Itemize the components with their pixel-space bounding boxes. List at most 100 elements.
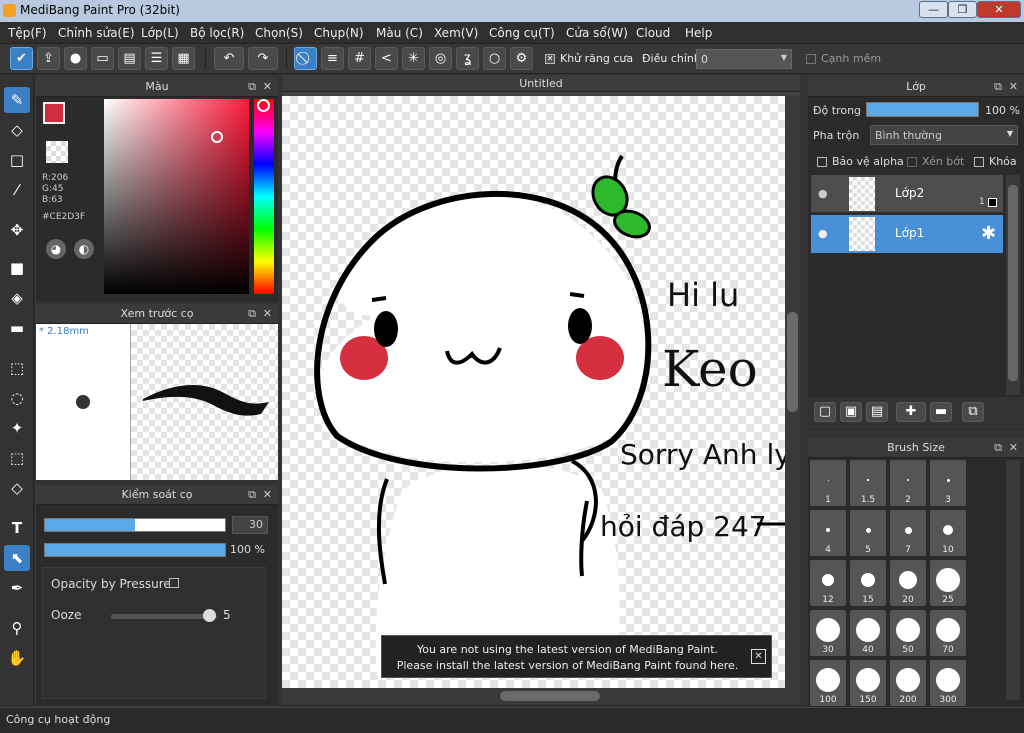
brush-size-cell[interactable]: 70 [930, 610, 966, 656]
brush-size-cell[interactable]: 300 [930, 660, 966, 706]
brush-size-cell[interactable]: 7 [890, 510, 926, 556]
ooze-slider-handle[interactable] [203, 609, 216, 622]
brush-size-cell[interactable]: 2 [890, 460, 926, 506]
soft-edge-checkbox[interactable] [806, 54, 816, 64]
brush-size-cell[interactable]: 4 [810, 510, 846, 556]
undock-icon[interactable]: ⧉ [248, 485, 256, 505]
canvas-vertical-scrollbar[interactable] [785, 96, 800, 688]
eye-icon[interactable]: ● [818, 227, 828, 240]
brush-size-cell[interactable]: 30 [810, 610, 846, 656]
fill-shape-tool-icon[interactable]: ■ [4, 255, 30, 281]
duplicate-layer-icon[interactable]: ⧉ [962, 402, 984, 422]
undock-icon[interactable]: ⧉ [994, 438, 1002, 458]
color-saturation-square[interactable] [104, 99, 249, 294]
new-color-layer-icon[interactable]: ▣ [840, 402, 862, 422]
new-halftone-layer-icon[interactable]: ▤ [866, 402, 888, 422]
close-icon[interactable]: ✕ [263, 77, 272, 97]
brush-width-slider[interactable] [44, 518, 226, 532]
brush-size-cell[interactable]: 100 [810, 660, 846, 706]
brush-size-cell[interactable]: 15 [850, 560, 886, 606]
drawing-canvas[interactable]: Hi lu Keo Sorry Anh ly hỏi đáp 247 [282, 96, 785, 688]
menu-capture[interactable]: Chụp(N) [314, 26, 364, 40]
eyedropper-tool-icon[interactable]: ⚲ [4, 615, 30, 641]
menu-color[interactable]: Màu (C) [376, 26, 423, 40]
transparent-color-swatch[interactable] [46, 141, 68, 163]
brush-size-cell[interactable]: 10 [930, 510, 966, 556]
lock-checkbox[interactable] [974, 157, 984, 167]
menu-edit[interactable]: Chỉnh sửa(E) [58, 26, 135, 40]
text-tool-icon[interactable]: T [4, 515, 30, 541]
hand-tool-icon[interactable]: ✋ [4, 645, 30, 671]
brush-size-cell[interactable]: 1.5 [850, 460, 886, 506]
lasso-tool-icon[interactable]: ◌ [4, 385, 30, 411]
vertical-scroll-thumb[interactable] [787, 312, 798, 412]
primary-color-swatch[interactable] [43, 102, 65, 124]
brush-size-cell[interactable]: 200 [890, 660, 926, 706]
minimize-button[interactable]: — [919, 1, 948, 18]
curve-snap-icon[interactable]: ʓ [456, 47, 479, 70]
antialias-checkbox[interactable]: ✕ [545, 54, 555, 64]
restore-button[interactable]: ❐ [948, 1, 977, 18]
color-settings-icon[interactable]: ◐ [74, 239, 94, 259]
select-pen-tool-icon[interactable]: ⬚ [4, 445, 30, 471]
eye-icon[interactable]: ● [818, 187, 828, 200]
brush-size-cell[interactable]: 50 [890, 610, 926, 656]
snap-settings-icon[interactable]: ⚙ [510, 47, 533, 70]
close-icon[interactable]: ✕ [263, 304, 272, 324]
menu-cloud[interactable]: Cloud [636, 26, 670, 40]
perspective-snap-icon[interactable]: < [375, 47, 398, 70]
cloud-icon[interactable]: ✔ [10, 47, 33, 70]
check-list-icon[interactable]: ▦ [172, 47, 195, 70]
brush-size-cell[interactable]: 1 [810, 460, 846, 506]
close-icon[interactable]: ✕ [1009, 438, 1018, 458]
eraser-tool-icon[interactable]: ◇ [4, 117, 30, 143]
menu-window[interactable]: Cửa sổ(W) [566, 26, 628, 40]
notification-close-icon[interactable]: ✕ [751, 649, 766, 664]
snap-off-icon[interactable]: ⃠ [294, 47, 317, 70]
folder-icon[interactable]: ▬ [930, 402, 952, 422]
menu-view[interactable]: Xem(V) [434, 26, 478, 40]
menu-layer[interactable]: Lớp(L) [141, 26, 179, 40]
update-notification[interactable]: You are not using the latest version of … [381, 635, 772, 678]
brush-size-cell[interactable]: 40 [850, 610, 886, 656]
opacity-pressure-checkbox[interactable] [169, 578, 179, 588]
layer-row[interactable]: ● Lớp2 1 [811, 175, 1003, 213]
opacity-slider[interactable] [44, 543, 226, 557]
clipping-checkbox[interactable] [907, 157, 917, 167]
select-rect-tool-icon[interactable]: ⬚ [4, 355, 30, 381]
close-icon[interactable]: ✕ [1009, 77, 1018, 97]
palette-icon[interactable]: ◕ [46, 239, 66, 259]
close-icon[interactable]: ✕ [263, 485, 272, 505]
page-icon[interactable]: ▤ [118, 47, 141, 70]
close-button[interactable]: ✕ [977, 1, 1021, 18]
layer-row[interactable]: ● Lớp1 ✱ [811, 215, 1003, 253]
undo-icon[interactable]: ↶ [214, 47, 244, 70]
list-icon[interactable]: ☰ [145, 47, 168, 70]
menu-select[interactable]: Chọn(S) [255, 26, 303, 40]
menu-tools[interactable]: Công cụ(T) [489, 26, 555, 40]
protect-alpha-checkbox[interactable] [817, 157, 827, 167]
brush-size-cell[interactable]: 20 [890, 560, 926, 606]
layer-opacity-slider[interactable] [866, 102, 979, 117]
circle-snap-icon[interactable]: ○ [483, 47, 506, 70]
brush-size-scrollbar[interactable] [1006, 460, 1020, 700]
brush-size-cell[interactable]: 25 [930, 560, 966, 606]
adjust-select[interactable]: 0 ▼ [696, 49, 792, 69]
parallel-snap-icon[interactable]: ≡ [321, 47, 344, 70]
share-icon[interactable]: ⇪ [37, 47, 60, 70]
menu-file[interactable]: Tệp(F) [8, 26, 47, 40]
layer-scroll-thumb[interactable] [1008, 185, 1018, 381]
operation-tool-icon[interactable]: ⬉ [4, 545, 30, 571]
pen-tool-icon[interactable]: ✒ [4, 575, 30, 601]
concentric-snap-icon[interactable]: ◎ [429, 47, 452, 70]
dot-brush-tool-icon[interactable]: ⁄ [4, 177, 30, 203]
add-layer-menu-icon[interactable]: ✚ [896, 402, 926, 422]
rectangle-tool-icon[interactable]: □ [4, 147, 30, 173]
redo-icon[interactable]: ↷ [248, 47, 278, 70]
layer-scrollbar[interactable] [1006, 175, 1020, 395]
bucket-tool-icon[interactable]: ◈ [4, 285, 30, 311]
undock-icon[interactable]: ⧉ [994, 77, 1002, 97]
grid-snap-icon[interactable]: # [348, 47, 371, 70]
menu-filter[interactable]: Bộ lọc(R) [190, 26, 244, 40]
blend-mode-select[interactable]: Bình thường ▼ [870, 125, 1018, 145]
